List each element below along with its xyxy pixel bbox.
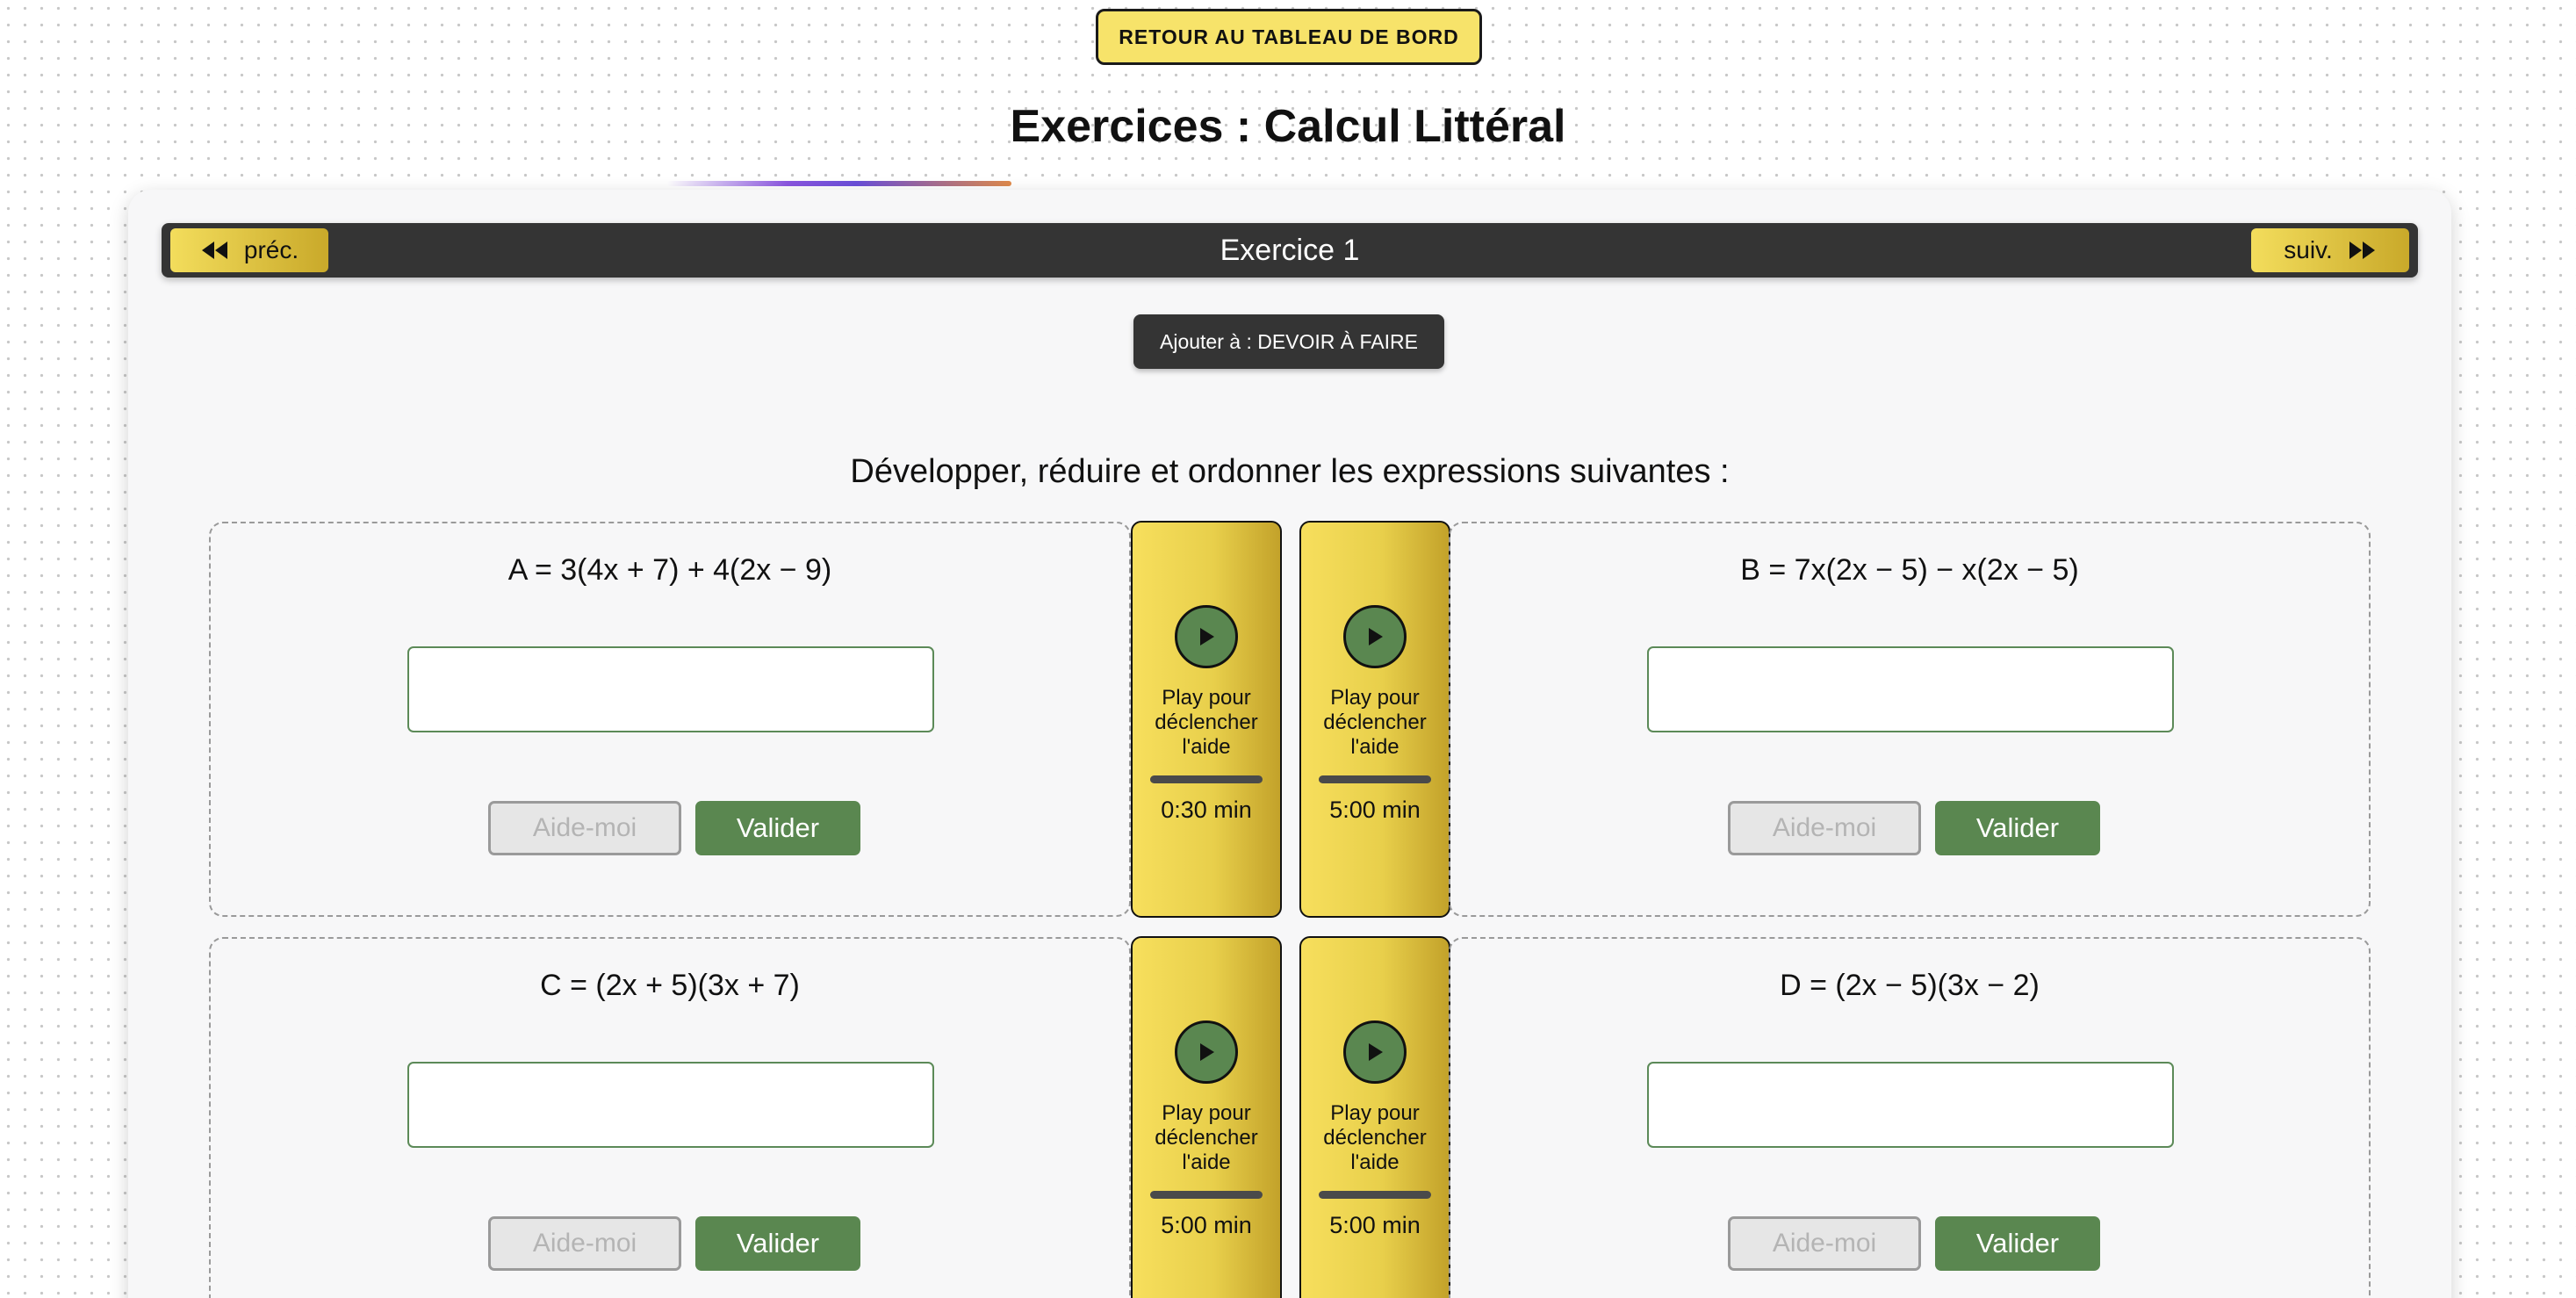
play-icon[interactable]	[1175, 605, 1238, 668]
timer-bar	[1319, 775, 1431, 783]
help-timer-a: Play pour déclencher l'aide 0:30 min	[1131, 521, 1282, 918]
exercise-panel-b: B = 7x(2x − 5) − x(2x − 5) Aide-moi Vali…	[1449, 522, 2371, 917]
back-to-dashboard-button[interactable]: RETOUR AU TABLEAU DE BORD	[1096, 9, 1482, 65]
help-trigger-text: Play pour déclencher l'aide	[1155, 686, 1258, 759]
help-timer-d: Play pour déclencher l'aide 5:00 min	[1299, 936, 1450, 1298]
timer-value: 5:00 min	[1161, 1212, 1252, 1238]
help-trigger-text: Play pour déclencher l'aide	[1323, 1101, 1427, 1174]
play-icon[interactable]	[1175, 1020, 1238, 1084]
exercise-nav-bar: préc. Exercice 1 suiv.	[162, 223, 2418, 278]
help-trigger-text: Play pour déclencher l'aide	[1323, 686, 1427, 759]
help-button-b[interactable]: Aide-moi	[1728, 801, 1921, 855]
validate-button-d[interactable]: Valider	[1935, 1216, 2100, 1271]
answer-input-c[interactable]	[407, 1062, 934, 1148]
expression-a: A = 3(4x + 7) + 4(2x − 9)	[507, 553, 832, 587]
timer-value: 5:00 min	[1329, 797, 1421, 823]
validate-button-b[interactable]: Valider	[1935, 801, 2100, 855]
page-title: Exercices : Calcul Littéral	[1010, 101, 1566, 152]
fast-forward-icon	[2349, 242, 2375, 259]
exercise-panel-a: A = 3(4x + 7) + 4(2x − 9) Aide-moi Valid…	[209, 522, 1131, 917]
play-icon[interactable]	[1343, 1020, 1407, 1084]
timer-bar	[1319, 1191, 1431, 1199]
play-icon[interactable]	[1343, 605, 1407, 668]
instruction-text: Développer, réduire et ordonner les expr…	[850, 453, 1730, 490]
help-button-d[interactable]: Aide-moi	[1728, 1216, 1921, 1271]
answer-input-d[interactable]	[1647, 1062, 2174, 1148]
next-exercise-button[interactable]: suiv.	[2251, 228, 2409, 272]
help-timer-c: Play pour déclencher l'aide 5:00 min	[1131, 936, 1282, 1298]
help-button-a[interactable]: Aide-moi	[488, 801, 681, 855]
help-timer-b: Play pour déclencher l'aide 5:00 min	[1299, 521, 1450, 918]
expression-b: B = 7x(2x − 5) − x(2x − 5)	[1740, 553, 2079, 587]
expression-c: C = (2x + 5)(3x + 7)	[540, 969, 800, 1002]
exercise-panel-d: D = (2x − 5)(3x − 2) Aide-moi Valider	[1449, 937, 2371, 1298]
exercise-title: Exercice 1	[1220, 234, 1360, 267]
help-button-c[interactable]: Aide-moi	[488, 1216, 681, 1271]
next-label: suiv.	[2284, 236, 2333, 263]
timer-value: 0:30 min	[1161, 797, 1252, 823]
exercise-panel-c: C = (2x + 5)(3x + 7) Aide-moi Valider	[209, 937, 1131, 1298]
title-underline	[667, 181, 1011, 186]
help-trigger-text: Play pour déclencher l'aide	[1155, 1101, 1258, 1174]
timer-bar	[1150, 1191, 1263, 1199]
exercise-card: préc. Exercice 1 suiv. Ajouter à : DEVOI…	[128, 190, 2451, 1298]
answer-input-b[interactable]	[1647, 646, 2174, 732]
timer-value: 5:00 min	[1329, 1212, 1421, 1238]
validate-button-a[interactable]: Valider	[695, 801, 860, 855]
answer-input-a[interactable]	[407, 646, 934, 732]
add-to-homework-button[interactable]: Ajouter à : DEVOIR À FAIRE	[1133, 314, 1444, 369]
timer-bar	[1150, 775, 1263, 783]
validate-button-c[interactable]: Valider	[695, 1216, 860, 1271]
expression-d: D = (2x − 5)(3x − 2)	[1780, 969, 2040, 1002]
